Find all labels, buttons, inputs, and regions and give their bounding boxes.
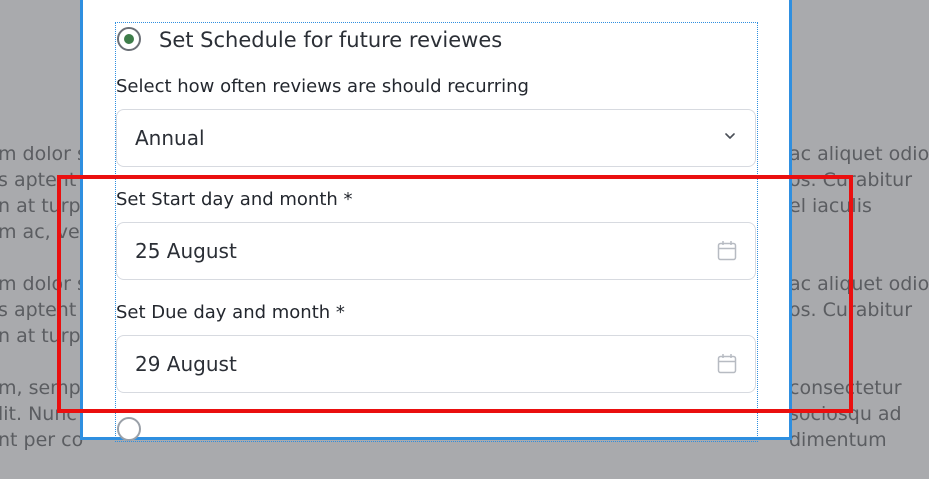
frequency-value: Annual: [135, 126, 205, 150]
background-line: ac aliquet odio: [789, 143, 929, 165]
chevron-down-icon: [725, 133, 735, 139]
schedule-radio[interactable]: [117, 27, 141, 51]
next-option-radio[interactable]: [117, 417, 141, 441]
schedule-radio-label[interactable]: Set Schedule for future reviewes: [159, 27, 502, 53]
radio-selected-dot: [124, 34, 134, 44]
highlight-box: [57, 175, 853, 413]
frequency-label: Select how often reviews are should recu…: [116, 76, 529, 97]
frequency-select[interactable]: Annual: [116, 109, 756, 167]
background-line: dimentum: [789, 429, 887, 451]
